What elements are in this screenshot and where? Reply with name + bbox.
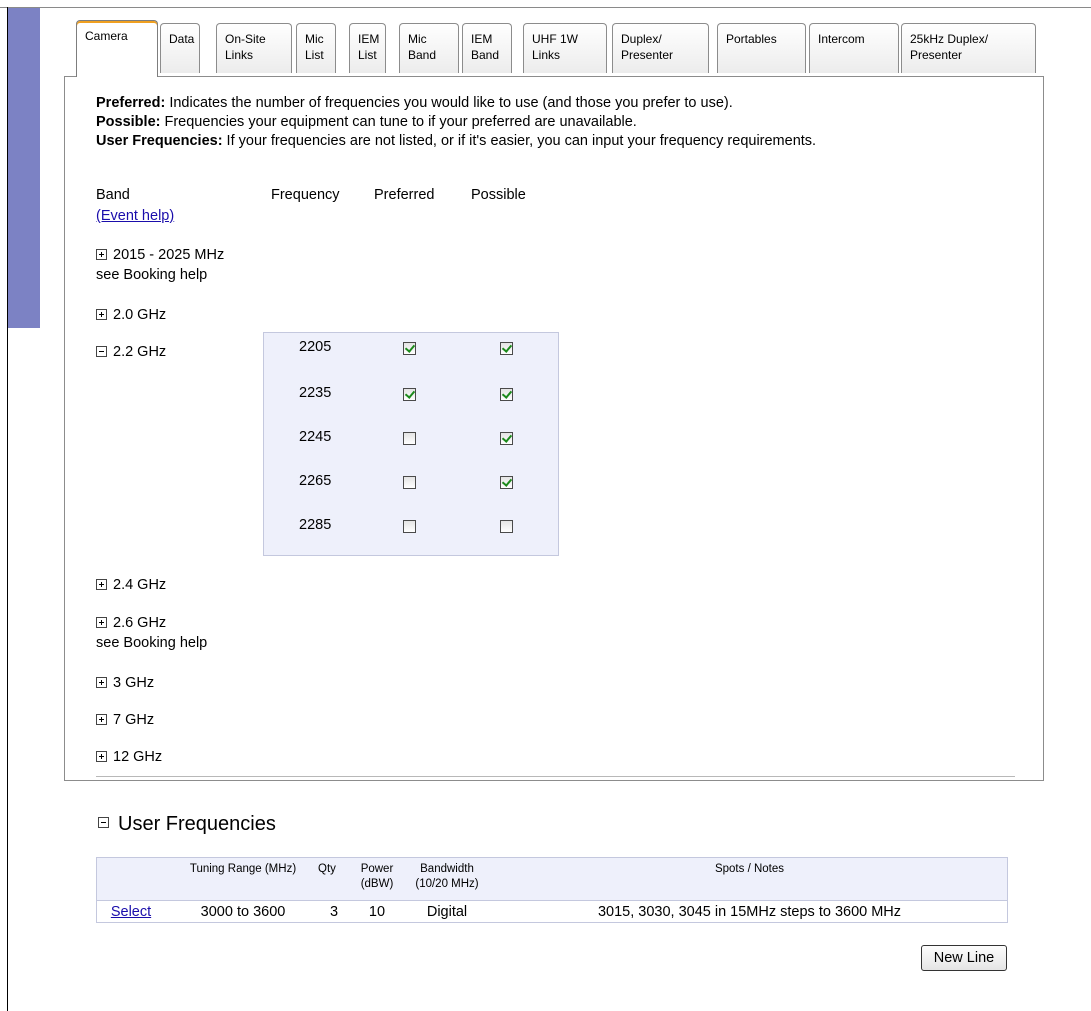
band-label[interactable]: 3 GHz	[113, 675, 154, 691]
intro-text: Preferred: Indicates the number of frequ…	[96, 94, 1026, 151]
tab-portables[interactable]: Portables	[717, 23, 806, 73]
band-2-2-ghz: 2.2 GHz	[96, 342, 166, 362]
user-frequencies-help: User Frequencies: If your frequencies ar…	[96, 132, 1026, 151]
qty-cell: 3	[329, 904, 339, 920]
section-divider	[96, 776, 1015, 777]
tab-mic-band[interactable]: Mic Band	[399, 23, 459, 73]
possible-description: Frequencies your equipment can tune to i…	[160, 114, 637, 130]
collapse-icon[interactable]	[96, 346, 107, 357]
possible-column-header: Possible	[471, 187, 526, 203]
tab-duplex-presenter[interactable]: Duplex/ Presenter	[612, 23, 709, 73]
qty-header: Qty	[318, 863, 336, 875]
preferred-checkbox-2205[interactable]	[403, 342, 416, 355]
window-top-border	[0, 0, 1091, 8]
preferred-checkbox-2245[interactable]	[403, 432, 416, 445]
user-frequencies-heading: User Frequencies	[98, 812, 276, 836]
possible-term: Possible:	[96, 114, 161, 130]
event-help-link[interactable]: (Event help)	[96, 208, 174, 224]
frequency-value: 2245	[299, 429, 332, 445]
tab-iem-band[interactable]: IEM Band	[462, 23, 512, 73]
expand-icon[interactable]	[96, 677, 107, 688]
tuning-range-header: Tuning Range (MHz)	[189, 863, 297, 875]
band-2015-2025-mhz: 2015 - 2025 MHz see Booking help	[96, 245, 224, 285]
tab-intercom[interactable]: Intercom	[809, 23, 899, 73]
expand-icon[interactable]	[96, 714, 107, 725]
band-label[interactable]: 2.4 GHz	[113, 577, 166, 593]
expand-icon[interactable]	[96, 617, 107, 628]
preferred-checkbox-2265[interactable]	[403, 476, 416, 489]
booking-help-note: see Booking help	[96, 635, 208, 651]
tab-data[interactable]: Data	[160, 23, 200, 73]
tuning-range-cell: 3000 to 3600	[200, 904, 286, 920]
possible-checkbox-2205[interactable]	[500, 342, 513, 355]
band-label[interactable]: 2.2 GHz	[113, 344, 166, 360]
side-accent-bar	[8, 8, 40, 328]
band-12-ghz: 12 GHz	[96, 747, 162, 767]
expand-icon[interactable]	[96, 751, 107, 762]
frequency-value: 2205	[299, 339, 332, 355]
tab-mic-list[interactable]: Mic List	[296, 23, 336, 73]
expand-icon[interactable]	[96, 249, 107, 260]
booking-help-note: see Booking help	[96, 267, 208, 283]
possible-help: Possible: Frequencies your equipment can…	[96, 113, 1026, 132]
bandwidth-header: Bandwidth (10/20 MHz)	[415, 863, 479, 890]
band-label[interactable]: 7 GHz	[113, 712, 154, 728]
bandwidth-cell: Digital	[426, 904, 468, 920]
possible-checkbox-2265[interactable]	[500, 476, 513, 489]
band-column-header: Band	[96, 187, 130, 203]
spots-notes-cell: 3015, 3030, 3045 in 15MHz steps to 3600 …	[597, 904, 902, 920]
possible-checkbox-2285[interactable]	[500, 520, 513, 533]
power-cell: 10	[368, 904, 386, 920]
band-label[interactable]: 2.6 GHz	[113, 615, 166, 631]
tab-camera[interactable]: Camera	[76, 20, 158, 77]
tab-iem-list[interactable]: IEM List	[349, 23, 386, 73]
possible-checkbox-2235[interactable]	[500, 388, 513, 401]
band-3-ghz: 3 GHz	[96, 673, 154, 693]
band-label[interactable]: 12 GHz	[113, 749, 162, 765]
user-frequencies-table: Tuning Range (MHz) Qty Power (dBW) Bandw…	[96, 857, 1008, 923]
frequency-value: 2265	[299, 473, 332, 489]
tab-25khz-duplex-presenter[interactable]: 25kHz Duplex/ Presenter	[901, 23, 1036, 73]
frequency-column-header: Frequency	[271, 187, 340, 203]
preferred-checkbox-2285[interactable]	[403, 520, 416, 533]
expand-icon[interactable]	[96, 579, 107, 590]
preferred-help: Preferred: Indicates the number of frequ…	[96, 94, 1026, 113]
band-2-6-ghz: 2.6 GHz see Booking help	[96, 613, 207, 653]
frequency-value: 2235	[299, 385, 332, 401]
table-header-row: Tuning Range (MHz) Qty Power (dBW) Bandw…	[97, 858, 1007, 901]
possible-checkbox-2245[interactable]	[500, 432, 513, 445]
preferred-column-header: Preferred	[374, 187, 435, 203]
collapse-icon[interactable]	[98, 817, 109, 828]
tab-uhf-1w-links[interactable]: UHF 1W Links	[523, 23, 607, 73]
user-frequencies-term: User Frequencies:	[96, 133, 223, 149]
new-line-button[interactable]: New Line	[921, 945, 1007, 971]
preferred-checkbox-2235[interactable]	[403, 388, 416, 401]
band-2-4-ghz: 2.4 GHz	[96, 575, 166, 595]
user-frequencies-description: If your frequencies are not listed, or i…	[222, 133, 817, 149]
expand-icon[interactable]	[96, 309, 107, 320]
frequency-value: 2285	[299, 517, 332, 533]
preferred-term: Preferred:	[96, 95, 166, 111]
tab-on-site-links[interactable]: On-Site Links	[216, 23, 292, 73]
band-7-ghz: 7 GHz	[96, 710, 154, 730]
select-link[interactable]: Select	[105, 903, 157, 921]
band-label[interactable]: 2.0 GHz	[113, 307, 166, 323]
band-2-0-ghz: 2.0 GHz	[96, 305, 166, 325]
user-frequencies-title: User Frequencies	[118, 813, 276, 835]
preferred-description: Indicates the number of frequencies you …	[165, 95, 733, 111]
spots-notes-header: Spots / Notes	[714, 863, 785, 875]
power-header: Power (dBW)	[360, 863, 394, 890]
band-label[interactable]: 2015 - 2025 MHz	[113, 247, 224, 263]
